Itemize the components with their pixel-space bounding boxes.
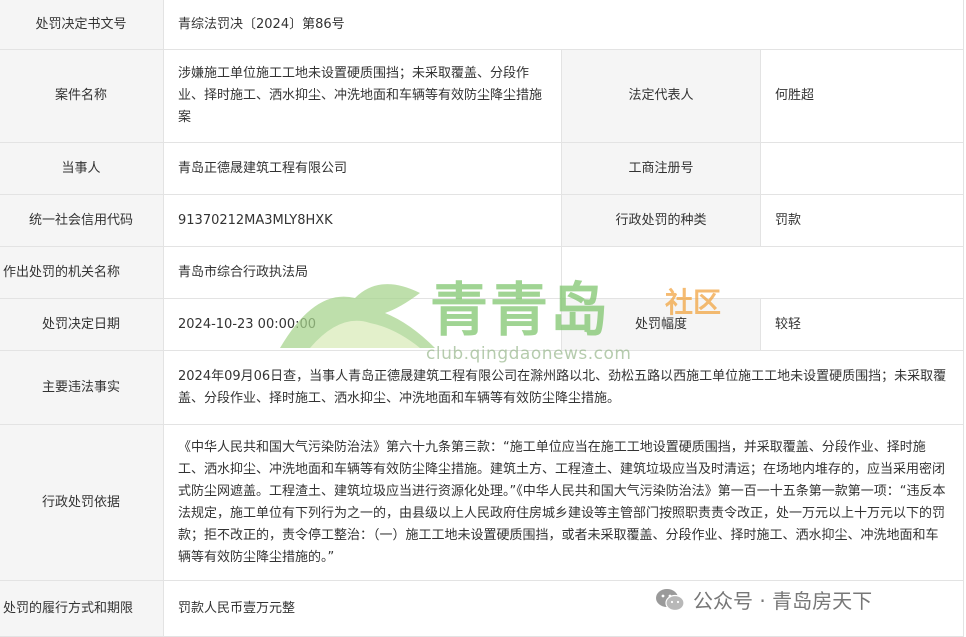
empty-cell bbox=[560, 246, 965, 299]
table-row: 统一社会信用代码 91370212MA3MLY8HXK 行政处罚的种类 罚款 bbox=[0, 194, 965, 247]
case-name-label: 案件名称 bbox=[0, 49, 164, 143]
penalty-type-value: 罚款 bbox=[759, 194, 965, 247]
wechat-credit: 公众号 · 青岛房天下 bbox=[655, 585, 872, 614]
penalty-range-label: 处罚幅度 bbox=[561, 298, 761, 351]
table-row: 处罚决定书文号 青综法罚决〔2024〕第86号 bbox=[0, 0, 965, 50]
authority-label: 作出处罚的机关名称 bbox=[0, 246, 164, 299]
table-row: 行政处罚依据 《中华人民共和国大气污染防治法》第六十九条第三款：“施工单位应当在… bbox=[0, 424, 965, 581]
party-label: 当事人 bbox=[0, 142, 164, 195]
basis-value: 《中华人民共和国大气污染防治法》第六十九条第三款：“施工单位应当在施工工地设置硬… bbox=[162, 424, 965, 581]
case-name-value: 涉嫌施工单位施工工地未设置硬质围挡；未采取覆盖、分段作业、择时施工、洒水抑尘、冲… bbox=[163, 49, 562, 143]
basis-label: 行政处罚依据 bbox=[0, 424, 164, 581]
doc-number-value: 青综法罚决〔2024〕第86号 bbox=[162, 0, 965, 50]
penalty-info-table: 处罚决定书文号 青综法罚决〔2024〕第86号 案件名称 涉嫌施工单位施工工地未… bbox=[0, 0, 965, 637]
decision-date-label: 处罚决定日期 bbox=[0, 298, 164, 351]
facts-value: 2024年09月06日查，当事人青岛正德晟建筑工程有限公司在滁州路以北、劲松五路… bbox=[162, 350, 965, 425]
legal-rep-label: 法定代表人 bbox=[561, 49, 761, 143]
biz-reg-value bbox=[759, 142, 965, 195]
legal-rep-value: 何胜超 bbox=[759, 49, 965, 143]
penalty-range-value: 较轻 bbox=[759, 298, 965, 351]
doc-number-label: 处罚决定书文号 bbox=[0, 0, 164, 50]
table-row: 案件名称 涉嫌施工单位施工工地未设置硬质围挡；未采取覆盖、分段作业、择时施工、洒… bbox=[0, 49, 965, 143]
credit-code-value: 91370212MA3MLY8HXK bbox=[163, 194, 562, 247]
party-value: 青岛正德晟建筑工程有限公司 bbox=[163, 142, 562, 195]
credit-code-label: 统一社会信用代码 bbox=[0, 194, 164, 247]
table-row: 当事人 青岛正德晟建筑工程有限公司 工商注册号 bbox=[0, 142, 965, 195]
biz-reg-label: 工商注册号 bbox=[561, 142, 761, 195]
decision-date-value: 2024-10-23 00:00:00 bbox=[163, 298, 562, 351]
table-row: 作出处罚的机关名称 青岛市综合行政执法局 bbox=[0, 246, 965, 299]
table-row: 主要违法事实 2024年09月06日查，当事人青岛正德晟建筑工程有限公司在滁州路… bbox=[0, 350, 965, 425]
credit-text: 公众号 · 青岛房天下 bbox=[693, 589, 873, 613]
authority-value: 青岛市综合行政执法局 bbox=[163, 246, 562, 299]
facts-label: 主要违法事实 bbox=[0, 350, 164, 425]
table-row: 处罚决定日期 2024-10-23 00:00:00 处罚幅度 较轻 bbox=[0, 298, 965, 351]
execution-label: 处罚的履行方式和期限 bbox=[0, 580, 164, 637]
wechat-icon bbox=[656, 588, 685, 611]
penalty-type-label: 行政处罚的种类 bbox=[561, 194, 761, 247]
